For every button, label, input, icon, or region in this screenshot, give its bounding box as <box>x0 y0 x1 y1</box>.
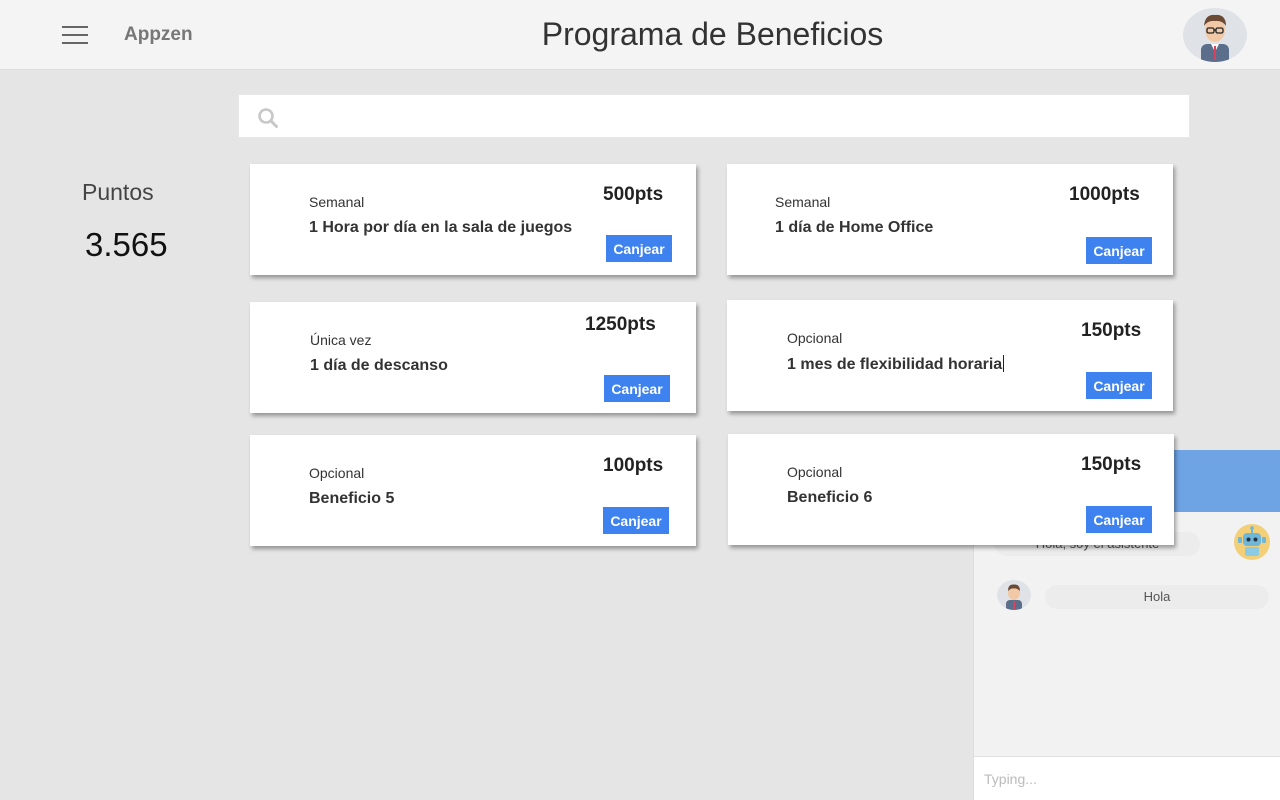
chat-user-avatar-icon <box>997 580 1031 610</box>
benefit-title: 1 día de Home Office <box>775 219 934 236</box>
chat-input[interactable] <box>984 765 1274 793</box>
chat-message-user: Hola <box>1045 585 1269 609</box>
bot-avatar-icon <box>1234 524 1270 560</box>
benefit-frequency: Opcional <box>787 464 843 480</box>
benefit-title: Beneficio 6 <box>787 489 873 506</box>
benefit-card: Única vez 1 día de descanso 1250pts Canj… <box>250 302 696 413</box>
benefit-points: 150pts <box>1081 320 1142 341</box>
benefit-frequency: Semanal <box>309 194 365 210</box>
benefit-card: Opcional Beneficio 6 150pts Canjear <box>728 434 1174 545</box>
search-icon <box>258 108 278 128</box>
user-avatar[interactable] <box>1183 8 1247 62</box>
top-bar: Appzen Programa de Beneficios <box>0 0 1280 70</box>
redeem-button[interactable]: Canjear <box>604 375 670 402</box>
benefit-frequency: Opcional <box>787 330 843 346</box>
benefit-card: Opcional Beneficio 5 100pts Canjear <box>250 435 696 546</box>
points-label: Puntos <box>82 179 154 205</box>
benefit-frequency: Opcional <box>309 465 365 481</box>
redeem-button[interactable]: Canjear <box>1086 506 1152 533</box>
benefit-card: Semanal 1 Hora por día en la sala de jue… <box>250 164 696 275</box>
points-value: 3.565 <box>85 226 168 263</box>
benefit-points: 1250pts <box>585 314 656 335</box>
benefit-points: 150pts <box>1081 454 1142 475</box>
benefit-points: 500pts <box>603 184 664 205</box>
benefit-card: Opcional 1 mes de flexibilidad horaria 1… <box>727 300 1173 411</box>
text-caret <box>1003 355 1005 372</box>
search-input[interactable] <box>291 95 1181 137</box>
benefit-points: 100pts <box>603 455 664 476</box>
benefit-title: 1 mes de flexibilidad horaria <box>787 355 1005 373</box>
redeem-button[interactable]: Canjear <box>603 507 669 534</box>
chat-input-area <box>974 756 1280 800</box>
redeem-button[interactable]: Canjear <box>606 235 672 262</box>
benefit-frequency: Semanal <box>775 194 831 210</box>
page-title: Programa de Beneficios <box>541 16 884 52</box>
benefit-card: Semanal 1 día de Home Office 1000pts Can… <box>727 164 1173 275</box>
redeem-button[interactable]: Canjear <box>1086 237 1152 264</box>
benefit-frequency: Única vez <box>310 332 372 348</box>
benefit-points: 1000pts <box>1069 184 1140 205</box>
redeem-button[interactable]: Canjear <box>1086 372 1152 399</box>
benefit-title: 1 día de descanso <box>310 357 448 374</box>
search-bar <box>238 94 1190 138</box>
benefit-title: Beneficio 5 <box>309 490 395 507</box>
benefit-title: 1 Hora por día en la sala de juegos <box>309 219 573 236</box>
